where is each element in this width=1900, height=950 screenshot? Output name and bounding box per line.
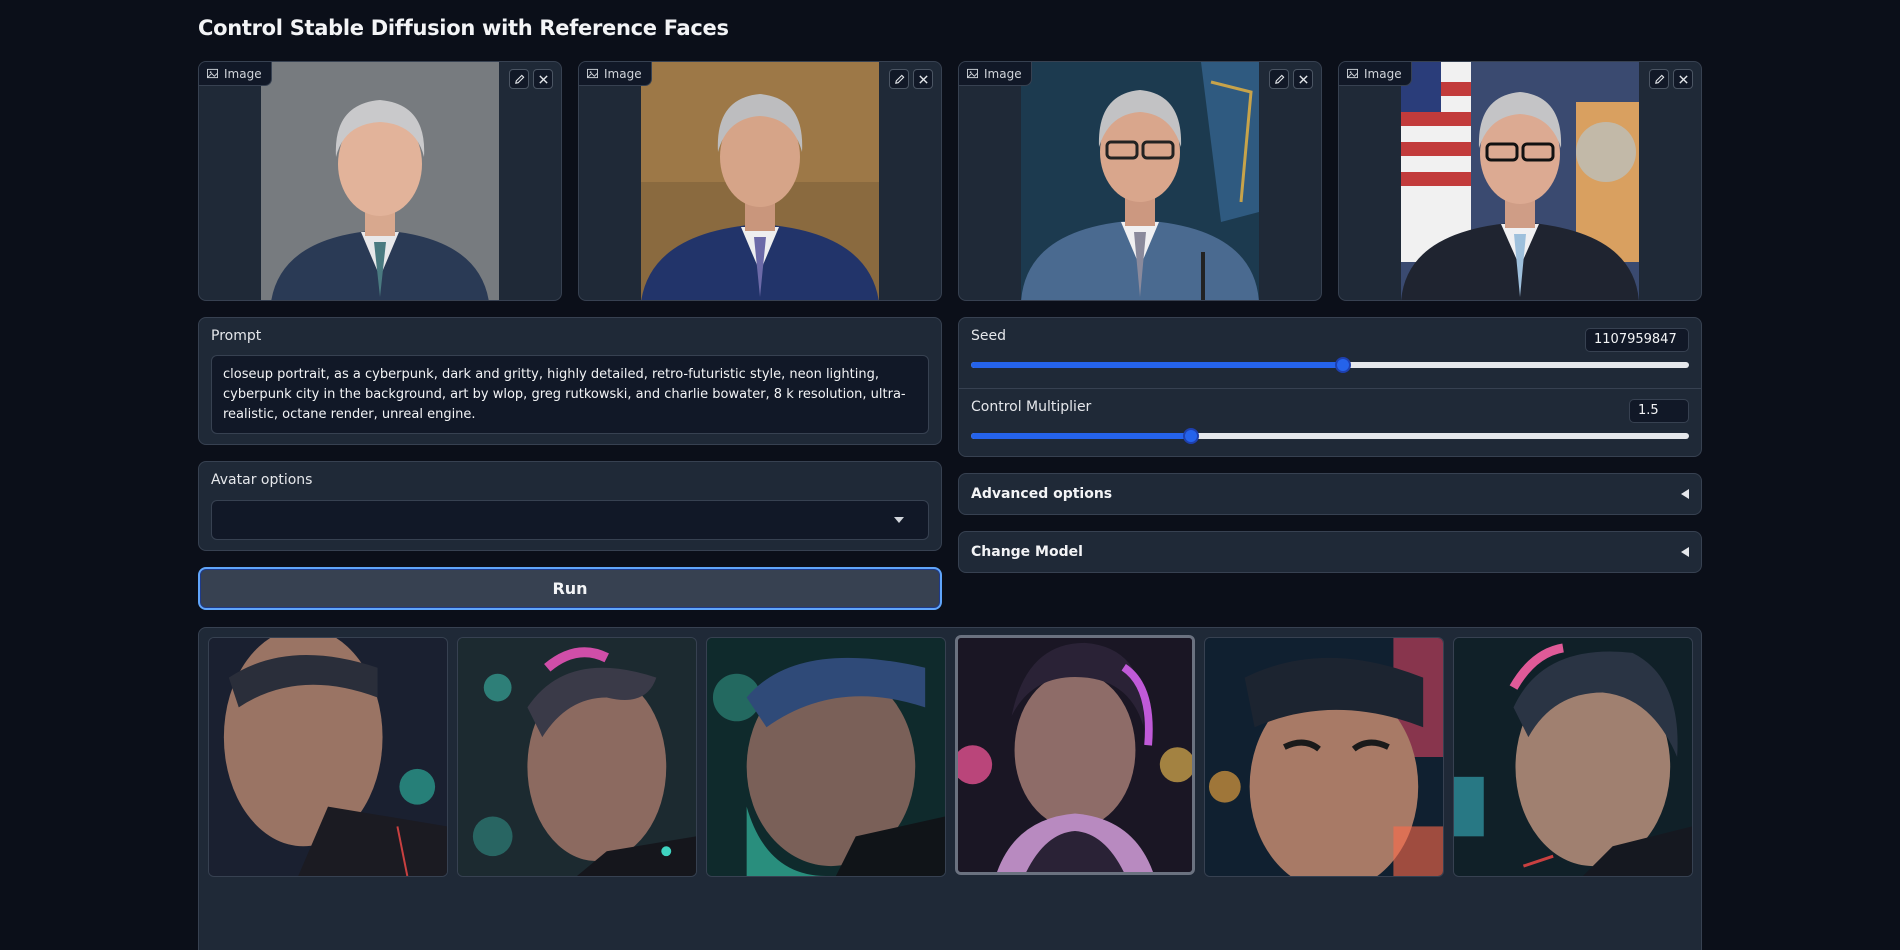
clear-image-button[interactable] xyxy=(913,69,933,89)
clear-image-button[interactable] xyxy=(1673,69,1693,89)
gallery-thumbnail[interactable] xyxy=(1204,637,1444,877)
generated-image xyxy=(458,638,696,876)
prompt-textarea[interactable]: closeup portrait, as a cyberpunk, dark a… xyxy=(211,355,929,434)
close-icon xyxy=(918,74,928,84)
image-icon xyxy=(207,68,218,79)
close-icon xyxy=(1678,74,1688,84)
avatar-options-dropdown[interactable] xyxy=(211,500,929,540)
app-root: Control Stable Diffusion with Reference … xyxy=(0,0,1900,950)
image-icon xyxy=(587,68,598,79)
image-label: Image xyxy=(1339,62,1412,86)
control-multiplier-input[interactable]: 1.5 xyxy=(1629,399,1689,423)
run-button[interactable]: Run xyxy=(198,567,942,610)
close-icon xyxy=(538,74,548,84)
control-multiplier-control: Control Multiplier 1.5 xyxy=(959,388,1701,456)
reference-image-3[interactable]: Image xyxy=(958,61,1322,301)
sliders-block: Seed 1107959847 Control Multiplier 1.5 xyxy=(958,317,1702,457)
control-multiplier-slider-handle[interactable] xyxy=(1182,428,1199,444)
image-label-text: Image xyxy=(224,66,262,81)
portrait-image xyxy=(641,62,879,300)
edit-image-button[interactable] xyxy=(1649,69,1669,89)
seed-slider-handle[interactable] xyxy=(1334,357,1351,373)
avatar-options-label: Avatar options xyxy=(211,472,313,488)
image-label-text: Image xyxy=(1364,66,1402,81)
advanced-options-label: Advanced options xyxy=(971,486,1113,502)
reference-photo xyxy=(641,62,879,300)
output-gallery xyxy=(198,627,1702,950)
prompt-label: Prompt xyxy=(211,328,262,344)
generated-image xyxy=(209,638,447,876)
portrait-image xyxy=(1021,62,1259,300)
generated-image xyxy=(1454,638,1692,876)
gallery-thumbnail[interactable] xyxy=(706,637,946,877)
avatar-options-block: Avatar options xyxy=(198,461,942,551)
change-model-accordion[interactable]: Change Model xyxy=(958,531,1702,573)
clear-image-button[interactable] xyxy=(1293,69,1313,89)
generated-image xyxy=(1205,638,1443,876)
reference-photo xyxy=(1401,62,1639,300)
image-icon xyxy=(1347,68,1358,79)
edit-image-button[interactable] xyxy=(509,69,529,89)
page-title: Control Stable Diffusion with Reference … xyxy=(198,16,729,40)
clear-image-button[interactable] xyxy=(533,69,553,89)
portrait-image xyxy=(1401,62,1639,300)
image-label: Image xyxy=(959,62,1032,86)
reference-image-4[interactable]: Image xyxy=(1338,61,1702,301)
close-icon xyxy=(1298,74,1308,84)
image-label: Image xyxy=(199,62,272,86)
image-icon xyxy=(967,68,978,79)
pencil-icon xyxy=(1654,74,1664,84)
control-multiplier-slider-fill xyxy=(971,433,1191,439)
seed-control: Seed 1107959847 xyxy=(959,318,1701,388)
seed-input[interactable]: 1107959847 xyxy=(1585,328,1689,352)
triangle-left-icon xyxy=(1681,547,1689,557)
reference-photo xyxy=(261,62,499,300)
reference-image-2[interactable]: Image xyxy=(578,61,942,301)
image-label: Image xyxy=(579,62,652,86)
change-model-label: Change Model xyxy=(971,544,1083,560)
reference-photo xyxy=(1021,62,1259,300)
seed-label: Seed xyxy=(971,328,1006,344)
portrait-image xyxy=(261,62,499,300)
triangle-left-icon xyxy=(1681,489,1689,499)
gallery-thumbnail[interactable] xyxy=(1453,637,1693,877)
gallery-thumbnail[interactable] xyxy=(208,637,448,877)
seed-slider-track[interactable] xyxy=(971,357,1689,373)
seed-slider-fill xyxy=(971,362,1343,368)
chevron-down-icon xyxy=(894,517,904,523)
pencil-icon xyxy=(514,74,524,84)
control-multiplier-label: Control Multiplier xyxy=(971,399,1092,415)
generated-image xyxy=(958,638,1192,872)
image-label-text: Image xyxy=(984,66,1022,81)
prompt-block: Prompt closeup portrait, as a cyberpunk,… xyxy=(198,317,942,445)
gallery-thumbnail[interactable] xyxy=(457,637,697,877)
edit-image-button[interactable] xyxy=(889,69,909,89)
pencil-icon xyxy=(894,74,904,84)
edit-image-button[interactable] xyxy=(1269,69,1289,89)
advanced-options-accordion[interactable]: Advanced options xyxy=(958,473,1702,515)
pencil-icon xyxy=(1274,74,1284,84)
reference-image-1[interactable]: Image xyxy=(198,61,562,301)
control-multiplier-slider-track[interactable] xyxy=(971,428,1689,444)
gallery-thumbnail-selected[interactable] xyxy=(955,635,1195,875)
generated-image xyxy=(707,638,945,876)
image-label-text: Image xyxy=(604,66,642,81)
